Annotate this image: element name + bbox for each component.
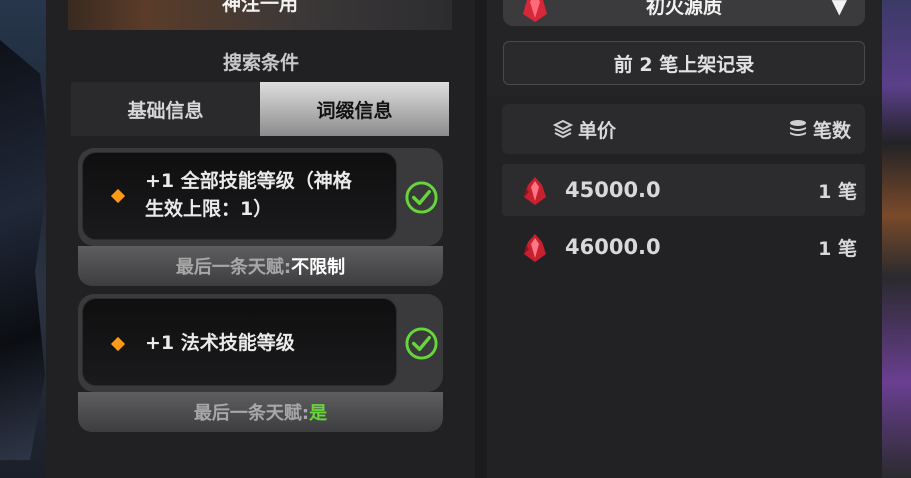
last-talent-bar: 最后一条天赋: 不限制 (78, 246, 443, 286)
tab-affix-info[interactable]: 词缀信息 (260, 82, 449, 136)
background-art-right (881, 0, 911, 478)
affix-text-box: +1 全部技能等级（神格 生效上限：1） (82, 152, 397, 240)
diamond-icon (110, 188, 126, 204)
listing-row[interactable]: 45000.0 1 笔 (502, 164, 865, 216)
records-button[interactable]: 前 2 笔上架记录 (503, 41, 865, 85)
listing-price: 46000.0 (565, 235, 661, 259)
check-circle-icon[interactable] (404, 326, 439, 361)
affix-text-line1: +1 法术技能等级 (145, 332, 295, 354)
check-circle-icon[interactable] (404, 180, 439, 215)
affix-text: +1 全部技能等级（神格 生效上限：1） (145, 167, 352, 223)
header-count: 笔数 (787, 104, 851, 154)
listing-header: 单价 笔数 (502, 104, 865, 154)
last-talent-bar: 最后一条天赋: 是 (78, 392, 443, 432)
header-count-label: 笔数 (812, 119, 851, 142)
panel-divider (475, 0, 487, 478)
affix-text: +1 法术技能等级 (145, 329, 295, 357)
search-conditions-title: 搜索条件 (222, 52, 299, 74)
caret-down-icon: ▼ (831, 0, 847, 18)
last-talent-label: 最后一条天赋: (175, 257, 292, 278)
crystal-icon (523, 0, 547, 22)
listing-price: 45000.0 (565, 178, 661, 202)
currency-select-label: 初火源质 (645, 0, 722, 18)
last-talent-label: 最后一条天赋: (193, 403, 310, 424)
affix-text-line2: 生效上限：1） (145, 198, 273, 220)
listing-count: 1 笔 (818, 237, 857, 260)
top-option-button[interactable]: 神注一用 (68, 0, 452, 30)
affix-text-line1: +1 全部技能等级（神格 (145, 170, 352, 192)
records-label: 前 2 笔上架记录 (613, 53, 755, 76)
crystal-icon (524, 234, 546, 262)
layers-icon (552, 119, 574, 139)
diamond-icon (110, 336, 126, 352)
affix-card[interactable]: +1 全部技能等级（神格 生效上限：1） (78, 148, 443, 246)
currency-select[interactable]: 初火源质 ▼ (503, 0, 865, 26)
last-talent-value: 是 (309, 403, 328, 424)
header-price-label: 单价 (578, 119, 617, 142)
affix-text-box: +1 法术技能等级 (82, 298, 397, 386)
tab-affix-info-label: 词缀信息 (316, 99, 393, 122)
header-price: 单价 (552, 104, 616, 154)
affix-card[interactable]: +1 法术技能等级 (78, 294, 443, 392)
tab-basic-info[interactable]: 基础信息 (71, 82, 260, 136)
coin-stack-icon (789, 120, 806, 136)
top-option-label: 神注一用 (221, 0, 298, 15)
listing-row[interactable]: 46000.0 1 笔 (502, 221, 865, 273)
crystal-icon (524, 177, 546, 205)
listing-count: 1 笔 (818, 180, 857, 203)
last-talent-value: 不限制 (291, 257, 346, 278)
tab-basic-info-label: 基础信息 (127, 99, 204, 122)
